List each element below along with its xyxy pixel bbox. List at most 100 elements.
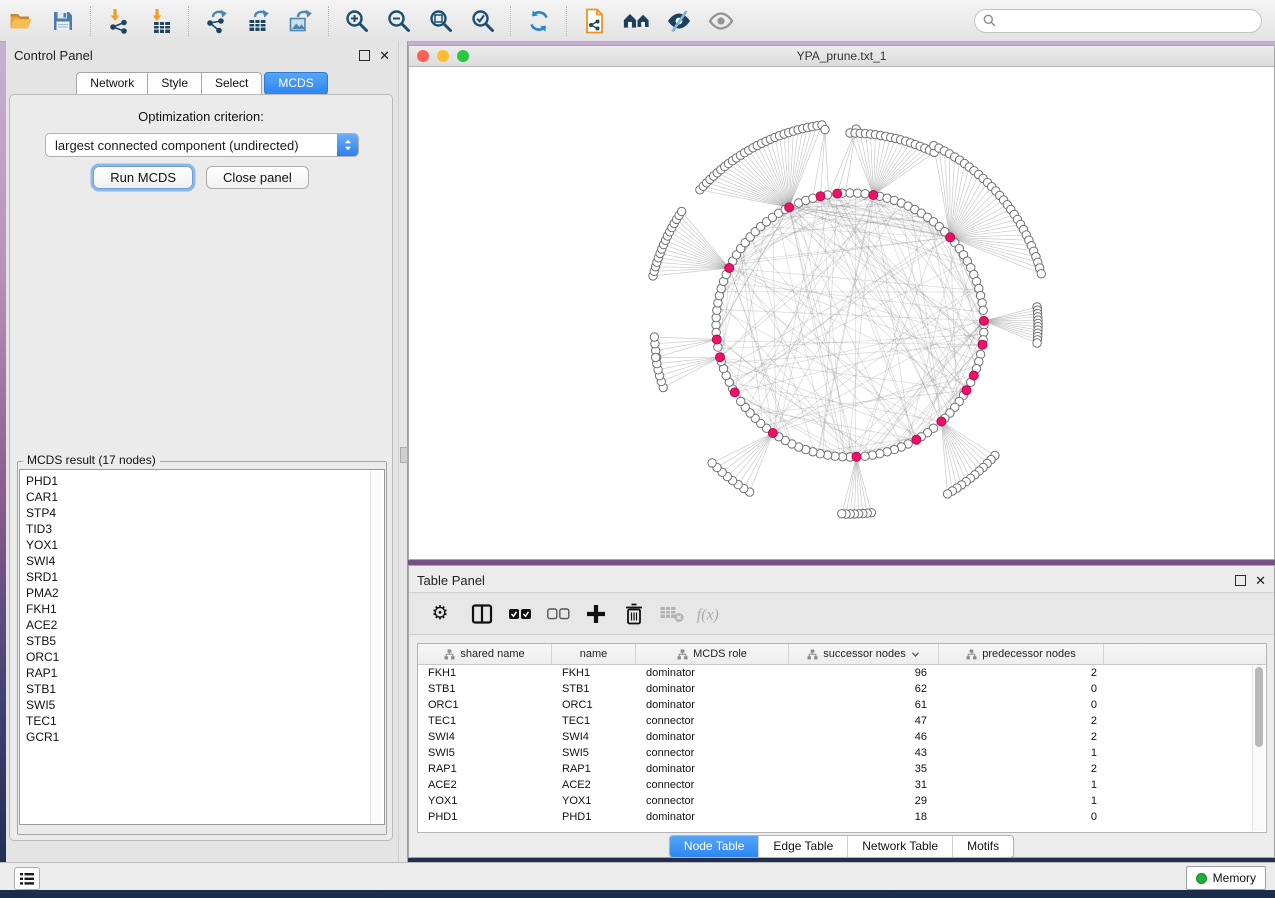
mcds-result-item[interactable]: PMA2	[26, 585, 384, 601]
dominator-node[interactable]	[852, 452, 861, 461]
dominator-node[interactable]	[816, 192, 825, 201]
mcds-result-item[interactable]: PHD1	[26, 473, 384, 489]
dominator-node[interactable]	[962, 386, 971, 395]
import-table-from-file-icon[interactable]	[146, 6, 176, 36]
close-panel-icon[interactable]: ✕	[379, 51, 390, 60]
tab-motifs[interactable]: Motifs	[953, 836, 1013, 857]
mcds-result-item[interactable]: STB5	[26, 633, 384, 649]
mcds-result-item[interactable]: CAR1	[26, 489, 384, 505]
float-panel-icon[interactable]	[359, 50, 370, 61]
refresh-view-icon[interactable]	[524, 6, 554, 36]
network-canvas[interactable]	[409, 67, 1274, 559]
mcds-result-item[interactable]: TID3	[26, 521, 384, 537]
delete-column-icon[interactable]	[619, 599, 649, 629]
satellite-node[interactable]	[943, 490, 951, 498]
show-columns-icon[interactable]	[467, 599, 497, 629]
mcds-result-item[interactable]: SRD1	[26, 569, 384, 585]
dominator-node[interactable]	[716, 353, 725, 362]
dominator-node[interactable]	[979, 316, 988, 325]
table-row[interactable]: TEC1TEC1connector472	[418, 713, 1266, 729]
ring-node[interactable]	[861, 190, 869, 198]
dominator-node[interactable]	[912, 435, 921, 444]
add-column-icon[interactable]	[581, 599, 611, 629]
dominator-node[interactable]	[833, 189, 842, 198]
dominator-node[interactable]	[725, 264, 734, 273]
zoom-fit-content-icon[interactable]	[426, 6, 456, 36]
dominator-node[interactable]	[946, 233, 955, 242]
satellite-node[interactable]	[678, 207, 686, 215]
hide-graphics-details-icon[interactable]	[664, 6, 694, 36]
tab-edge-table[interactable]: Edge Table	[759, 836, 848, 857]
dominator-node[interactable]	[785, 203, 794, 212]
home-pages-icon[interactable]	[622, 6, 652, 36]
table-row[interactable]: SWI4SWI4dominator462	[418, 729, 1266, 745]
dominator-node[interactable]	[978, 340, 987, 349]
export-table-icon[interactable]	[244, 6, 274, 36]
run-mcds-button[interactable]: Run MCDS	[93, 166, 193, 189]
zoom-in-icon[interactable]	[342, 6, 372, 36]
export-network-icon[interactable]	[202, 6, 232, 36]
vertical-splitter[interactable]	[398, 41, 408, 862]
deselect-all-icon[interactable]	[543, 599, 573, 629]
export-image-icon[interactable]	[286, 6, 316, 36]
search-input[interactable]	[1001, 13, 1253, 29]
table-scrollbar-thumb[interactable]	[1255, 667, 1263, 747]
open-session-icon[interactable]	[6, 6, 36, 36]
dominator-node[interactable]	[969, 371, 978, 380]
search-box[interactable]	[974, 9, 1262, 33]
column-header-successor-nodes[interactable]: successor nodes	[789, 644, 939, 664]
table-settings-icon[interactable]: ⚙	[425, 599, 455, 629]
table-scrollbar[interactable]	[1252, 665, 1265, 831]
mcds-result-item[interactable]: GCR1	[26, 729, 384, 745]
mcds-result-item[interactable]: SWI4	[26, 553, 384, 569]
show-graphics-details-icon[interactable]	[706, 6, 736, 36]
satellite-node[interactable]	[708, 459, 716, 467]
share-document-icon[interactable]	[580, 6, 610, 36]
mcds-result-item[interactable]: STB1	[26, 681, 384, 697]
mcds-list-scrollbar[interactable]	[370, 471, 383, 823]
satellite-node[interactable]	[650, 333, 658, 341]
table-row[interactable]: RAP1RAP1dominator352	[418, 761, 1266, 777]
satellite-node[interactable]	[838, 510, 846, 518]
satellite-node[interactable]	[821, 125, 829, 133]
table-row[interactable]: PHD1PHD1dominator180	[418, 809, 1266, 825]
column-header-predecessor-nodes[interactable]: predecessor nodes	[939, 644, 1104, 664]
save-session-icon[interactable]	[48, 6, 78, 36]
mcds-result-item[interactable]: SWI5	[26, 697, 384, 713]
dominator-node[interactable]	[869, 191, 878, 200]
close-panel-button[interactable]: Close panel	[206, 166, 309, 189]
column-header-MCDS-role[interactable]: MCDS role	[636, 644, 789, 664]
satellite-node[interactable]	[652, 353, 660, 361]
column-header-shared-name[interactable]: shared name	[418, 644, 552, 664]
tab-network[interactable]: Network	[76, 72, 147, 95]
select-all-icon[interactable]	[505, 599, 535, 629]
dominator-node[interactable]	[730, 388, 739, 397]
mcds-result-item[interactable]: YOX1	[26, 537, 384, 553]
mcds-result-item[interactable]: TEC1	[26, 713, 384, 729]
mcds-result-item[interactable]: ORC1	[26, 649, 384, 665]
table-row[interactable]: SWI5SWI5connector431	[418, 745, 1266, 761]
ring-node[interactable]	[737, 397, 745, 405]
splitter-grip[interactable]	[400, 447, 408, 463]
ring-node[interactable]	[861, 452, 869, 460]
close-table-panel-icon[interactable]: ✕	[1255, 576, 1266, 585]
float-table-panel-icon[interactable]	[1235, 575, 1246, 586]
import-network-from-file-icon[interactable]	[104, 6, 134, 36]
table-row[interactable]: YOX1YOX1connector291	[418, 793, 1266, 809]
column-header-name[interactable]: name	[552, 644, 636, 664]
dominator-node[interactable]	[768, 429, 777, 438]
tab-node-table[interactable]: Node Table	[670, 836, 760, 857]
task-history-button[interactable]	[14, 867, 40, 890]
tab-network-table[interactable]: Network Table	[848, 836, 953, 857]
tab-style[interactable]: Style	[147, 72, 201, 95]
table-row[interactable]: ORC1ORC1dominator610	[418, 697, 1266, 713]
mcds-result-item[interactable]: ACE2	[26, 617, 384, 633]
optimization-criterion-select[interactable]: largest connected component (undirected)	[45, 133, 359, 157]
mcds-result-item[interactable]: FKH1	[26, 601, 384, 617]
satellite-node[interactable]	[1037, 270, 1045, 278]
zoom-selected-icon[interactable]	[468, 6, 498, 36]
mcds-result-list[interactable]: PHD1CAR1STP4TID3YOX1SWI4SRD1PMA2FKH1ACE2…	[19, 469, 385, 825]
satellite-node[interactable]	[1033, 339, 1041, 347]
memory-button[interactable]: Memory	[1186, 866, 1266, 890]
table-row[interactable]: FKH1FKH1dominator962	[418, 665, 1266, 681]
